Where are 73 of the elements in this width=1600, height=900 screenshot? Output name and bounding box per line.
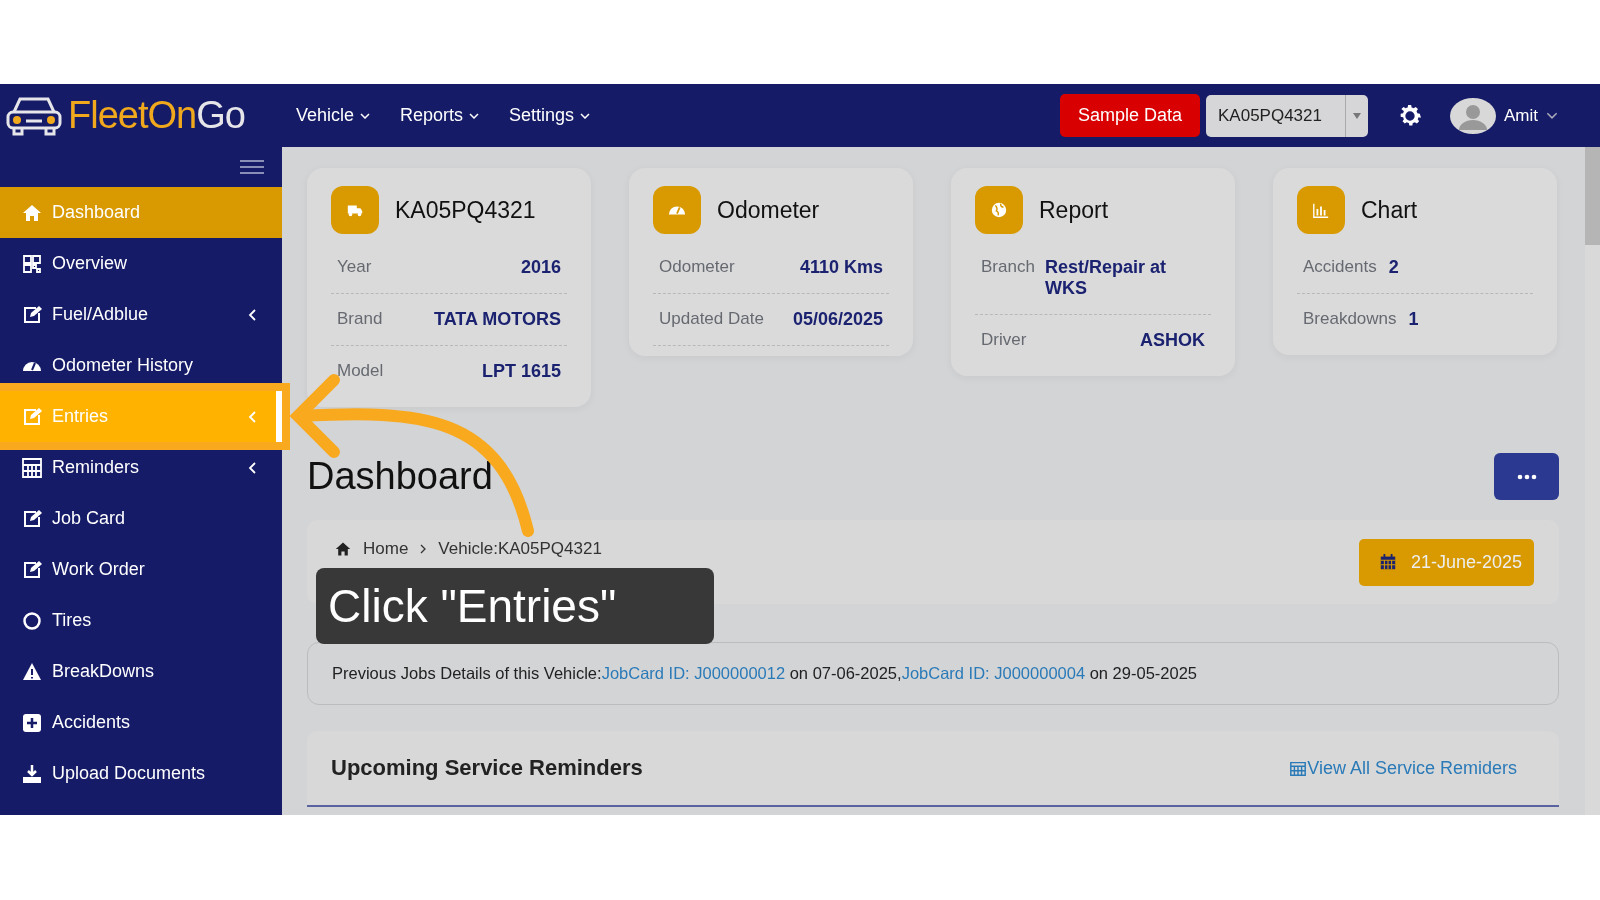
tutorial-tooltip: Click "Entries" [316, 568, 714, 644]
sidebar-item[interactable]: Odometer History [0, 340, 282, 391]
edit-icon [22, 304, 42, 325]
scrollbar[interactable] [1585, 147, 1600, 815]
field-label: Model [337, 361, 384, 381]
field-label: Accidents [1303, 257, 1377, 277]
calendar-icon [1289, 759, 1308, 777]
menu-item[interactable]: Vehicle [296, 105, 371, 126]
edit-icon [22, 406, 42, 427]
field-value: 2016 [520, 257, 561, 278]
breadcrumb-link[interactable]: Home [363, 539, 409, 559]
card-title: Odometer [717, 196, 820, 224]
sidebar-item[interactable]: Reminders [0, 442, 282, 493]
sidebar-item[interactable]: Overview [0, 238, 282, 289]
plus-square-icon [22, 712, 42, 733]
jobs-text: Previous Jobs Details of this Vehicle:JobCard ID: J000000012 on 07-06-2025,JobCard ID: J000000004 on 29-05-2025 [332, 664, 1198, 683]
field-value: 4110 Kms [799, 257, 883, 278]
field-label: Year [337, 257, 372, 277]
field-value: ASHOK [1140, 330, 1205, 351]
sidebar-item[interactable]: Tires [0, 595, 282, 646]
chevron-down-icon [360, 112, 371, 119]
field-label: Branch [981, 257, 1035, 277]
download-icon [22, 763, 42, 784]
ellipsis-icon [1516, 473, 1537, 480]
section-title: Upcoming Service Reminders [331, 755, 643, 781]
field-label: Updated Date [659, 309, 764, 329]
sidebar-item[interactable]: Upload Documents [0, 748, 282, 799]
sidebar-item[interactable]: Work Order [0, 544, 282, 595]
menu-item[interactable]: Settings [509, 105, 591, 126]
chevron-down-icon [469, 112, 480, 119]
sidebar-item[interactable]: Accidents [0, 697, 282, 748]
sidebar-item[interactable]: Fuel/Adblue [0, 289, 282, 340]
globe-icon [990, 201, 1008, 219]
sidebar-item[interactable]: Job Card [0, 493, 282, 544]
calendar-icon [22, 457, 42, 478]
chevron-down-icon[interactable] [1546, 112, 1558, 119]
field-label: Odometer [659, 257, 735, 277]
field-value: 05/06/2025 [792, 309, 883, 330]
vehicle-select[interactable]: KA05PQ4321 [1206, 94, 1368, 137]
field-label: Brand [337, 309, 383, 329]
avatar-icon[interactable] [1450, 97, 1496, 134]
calendar-icon [1378, 553, 1397, 571]
field-label: Driver [981, 330, 1027, 350]
scrollbar-thumb[interactable] [1585, 147, 1600, 245]
field-value: LPT 1615 [481, 361, 561, 382]
field-value: TATA MOTORS [434, 309, 561, 330]
user-name[interactable]: Amit [1504, 105, 1538, 126]
edit-icon [22, 559, 42, 580]
card-title: Report [1039, 196, 1109, 224]
menu-item[interactable]: Reports [400, 105, 480, 126]
caret-icon [1353, 112, 1361, 119]
card-title: KA05PQ4321 [395, 196, 536, 224]
logo-text[interactable]: FleetOnGo [68, 94, 245, 137]
field-value: 2 [1388, 257, 1399, 278]
warning-icon [22, 661, 42, 682]
field-value: Rest/Repair at WKS [1045, 257, 1168, 299]
home-icon [22, 202, 42, 223]
chevron-down-icon [580, 112, 591, 119]
circle-icon [22, 610, 42, 631]
sidebar-item[interactable]: BreakDowns [0, 646, 282, 697]
field-label: Breakdowns [1303, 309, 1397, 329]
home-icon[interactable] [335, 541, 351, 557]
menu-icon[interactable] [240, 158, 264, 176]
bar-chart-icon [1312, 201, 1330, 219]
more-button[interactable] [1494, 453, 1559, 500]
chevron-right-icon [420, 544, 427, 554]
breadcrumb-link[interactable]: Vehicle:KA05PQ4321 [438, 539, 602, 559]
page-title: Dashboard [307, 455, 493, 498]
field-value: 1 [1408, 309, 1419, 330]
edit-icon [22, 508, 42, 529]
card-title: Chart [1361, 196, 1418, 224]
grid-icon [22, 253, 42, 274]
sample-data-button[interactable]: Sample Data [1059, 94, 1200, 137]
